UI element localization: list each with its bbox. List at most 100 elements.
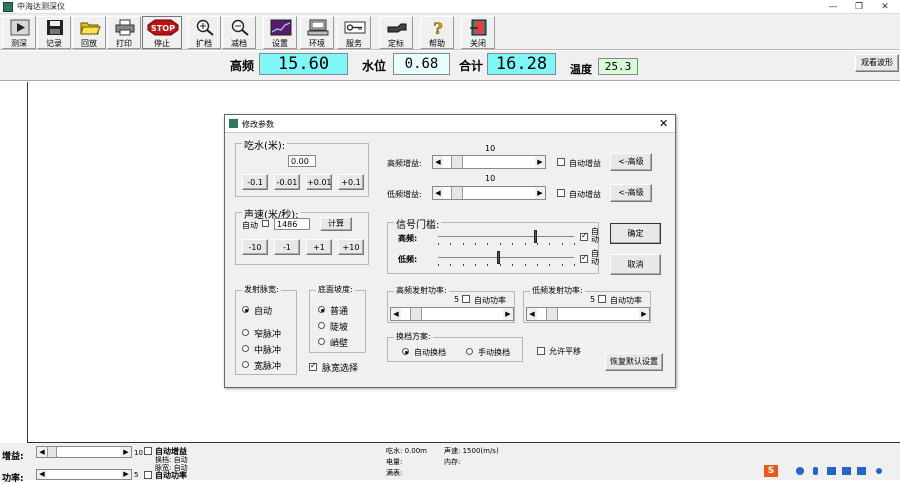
status-power-scrollbar[interactable]: ◀ ▶ — [36, 469, 132, 480]
scroll-right-arrow[interactable]: ▶ — [639, 308, 649, 320]
input-method-icon[interactable]: S — [764, 465, 778, 477]
high-power-scrollbar[interactable]: ◀ ▶ — [390, 307, 514, 321]
sound-minus-1-button[interactable]: -1 — [274, 239, 300, 255]
zoom-out-icon — [231, 19, 249, 36]
pulse-medium-radio[interactable] — [242, 345, 249, 352]
slope-cliff-radio[interactable] — [318, 338, 325, 345]
low-gain-scrollbar[interactable]: ◀ ▶ — [432, 186, 546, 200]
toolbar-button-playback[interactable]: 回放 — [72, 16, 106, 49]
draft-plus-0.01-button[interactable]: +0.01 — [306, 174, 332, 190]
threshold-high-slider[interactable] — [438, 229, 575, 245]
slope-normal-label: 普通 — [330, 307, 349, 317]
status-bar: 增益: ◀ ▶ 10 自动增益 换档: 自动 脉宽: 自动 功率: ◀ ▶ 5 … — [0, 443, 900, 484]
high-gain-scrollbar[interactable]: ◀ ▶ — [432, 155, 546, 169]
scroll-left-arrow[interactable]: ◀ — [391, 308, 401, 320]
pulse-width-group: 发射脉宽: 自动 窄脉冲 中脉冲 宽脉冲 — [235, 284, 297, 375]
high-auto-power-checkbox[interactable] — [462, 295, 470, 303]
toolbar-label: 帮助 — [429, 39, 445, 48]
threshold-high-auto-checkbox[interactable]: ✓ — [580, 231, 588, 241]
low-auto-gain-checkbox[interactable] — [557, 189, 565, 197]
high-gain-advanced-button[interactable]: <-高级 — [610, 153, 652, 171]
sound-speed-auto-label: 自动 — [242, 221, 258, 230]
toolbar-button-stop[interactable]: STOP 停止 — [142, 16, 182, 49]
slider-thumb[interactable] — [534, 230, 537, 243]
hand-pointer-icon — [387, 23, 407, 33]
threshold-low-slider[interactable] — [438, 250, 575, 266]
scroll-left-arrow[interactable]: ◀ — [433, 187, 443, 199]
pulse-wide-radio[interactable] — [242, 361, 249, 368]
scroll-right-arrow[interactable]: ▶ — [121, 447, 131, 457]
scroll-left-arrow[interactable]: ◀ — [37, 447, 47, 457]
toolbar-button-environment[interactable]: 环境 — [300, 16, 334, 49]
scroll-right-arrow[interactable]: ▶ — [535, 156, 545, 168]
toolbar-button-zoom-out[interactable]: 减档 — [222, 16, 256, 49]
dialog-close-icon[interactable]: ✕ — [659, 117, 668, 130]
dialog-title: 修改参数 — [242, 120, 274, 129]
pulse-medium-label: 中脉冲 — [254, 346, 282, 356]
toolbar-button-settings[interactable]: 设置 — [263, 16, 297, 49]
high-gain-thumb[interactable] — [451, 156, 463, 168]
toolbar-button-service[interactable]: 服务 — [337, 16, 371, 49]
high-power-thumb[interactable] — [410, 308, 422, 320]
draft-plus-0.1-button[interactable]: +0.1 — [338, 174, 364, 190]
scroll-left-arrow[interactable]: ◀ — [37, 470, 47, 479]
high-gain-label: 高频增益: — [387, 159, 422, 168]
sound-plus-1-button[interactable]: +1 — [306, 239, 332, 255]
low-power-scrollbar[interactable]: ◀ ▶ — [526, 307, 650, 321]
scroll-right-arrow[interactable]: ▶ — [535, 187, 545, 199]
close-button[interactable]: ✕ — [872, 0, 898, 14]
slider-tick — [438, 243, 439, 245]
slider-thumb[interactable] — [497, 251, 500, 264]
sound-plus-10-button[interactable]: +10 — [338, 239, 364, 255]
water-level-value: 0.68 — [393, 53, 450, 75]
pulse-auto-radio[interactable] — [242, 306, 249, 313]
threshold-low-auto-checkbox[interactable]: ✓ — [580, 253, 588, 263]
low-gain-thumb[interactable] — [451, 187, 463, 199]
status-auto-gain-checkbox[interactable] — [144, 447, 152, 455]
low-gain-advanced-button[interactable]: <-高级 — [610, 184, 652, 202]
draft-input[interactable]: 0.00 — [288, 155, 316, 167]
scroll-right-arrow[interactable]: ▶ — [121, 470, 131, 479]
low-power-thumb[interactable] — [546, 308, 558, 320]
status-auto-power-checkbox[interactable] — [144, 471, 152, 479]
draft-minus-0.01-button[interactable]: -0.01 — [274, 174, 300, 190]
view-waveform-button[interactable]: 观看波形 — [855, 54, 899, 72]
high-auto-gain-checkbox[interactable] — [557, 158, 565, 166]
minimize-button[interactable]: — — [820, 0, 846, 14]
ok-button[interactable]: 确定 — [610, 223, 661, 244]
slope-steep-radio[interactable] — [318, 322, 325, 329]
toolbar-button-record[interactable]: 记录 — [37, 16, 71, 49]
scroll-thumb[interactable] — [47, 447, 57, 457]
high-auto-power-label: 自动功率 — [474, 296, 506, 305]
pulse-select-checkbox[interactable]: ✓ — [309, 361, 317, 371]
toolbar-button-measure[interactable]: 测深 — [2, 16, 36, 49]
title-bar: 中海达测深仪 — ❐ ✕ — [0, 0, 900, 14]
draft-minus-0.1-button[interactable]: -0.1 — [242, 174, 268, 190]
slider-tick — [512, 264, 513, 266]
sound-speed-input[interactable]: 1486 — [274, 218, 310, 230]
bottom-slope-title: 底面坡度: — [316, 284, 355, 295]
toolbar-button-zoom-in[interactable]: 扩档 — [187, 16, 221, 49]
calculate-button[interactable]: 计算 — [320, 217, 352, 231]
allow-shift-checkbox[interactable] — [537, 347, 545, 355]
low-auto-power-checkbox[interactable] — [598, 295, 606, 303]
sound-speed-auto-checkbox[interactable] — [262, 220, 269, 227]
settings-waveform-icon — [270, 19, 292, 36]
scroll-left-arrow[interactable]: ◀ — [433, 156, 443, 168]
scroll-right-arrow[interactable]: ▶ — [503, 308, 513, 320]
restore-button[interactable]: ❐ — [846, 0, 872, 14]
pulse-narrow-radio[interactable] — [242, 329, 249, 336]
toolbar-button-calibrate[interactable]: 定标 — [379, 16, 413, 49]
cancel-button[interactable]: 取消 — [610, 254, 661, 275]
slope-normal-radio[interactable] — [318, 306, 325, 313]
toolbar-button-close[interactable]: 关闭 — [461, 16, 495, 49]
status-gain-scrollbar[interactable]: ◀ ▶ — [36, 446, 132, 458]
sound-minus-10-button[interactable]: -10 — [242, 239, 268, 255]
toolbar-button-print[interactable]: 打印 — [107, 16, 141, 49]
range-manual-radio[interactable] — [466, 348, 473, 355]
scroll-left-arrow[interactable]: ◀ — [527, 308, 537, 320]
toolbar-button-help[interactable]: ? 帮助 — [420, 16, 454, 49]
range-auto-radio[interactable] — [402, 348, 409, 355]
svg-text:?: ? — [433, 19, 442, 36]
restore-defaults-button[interactable]: 恢复默认设置 — [605, 353, 663, 371]
